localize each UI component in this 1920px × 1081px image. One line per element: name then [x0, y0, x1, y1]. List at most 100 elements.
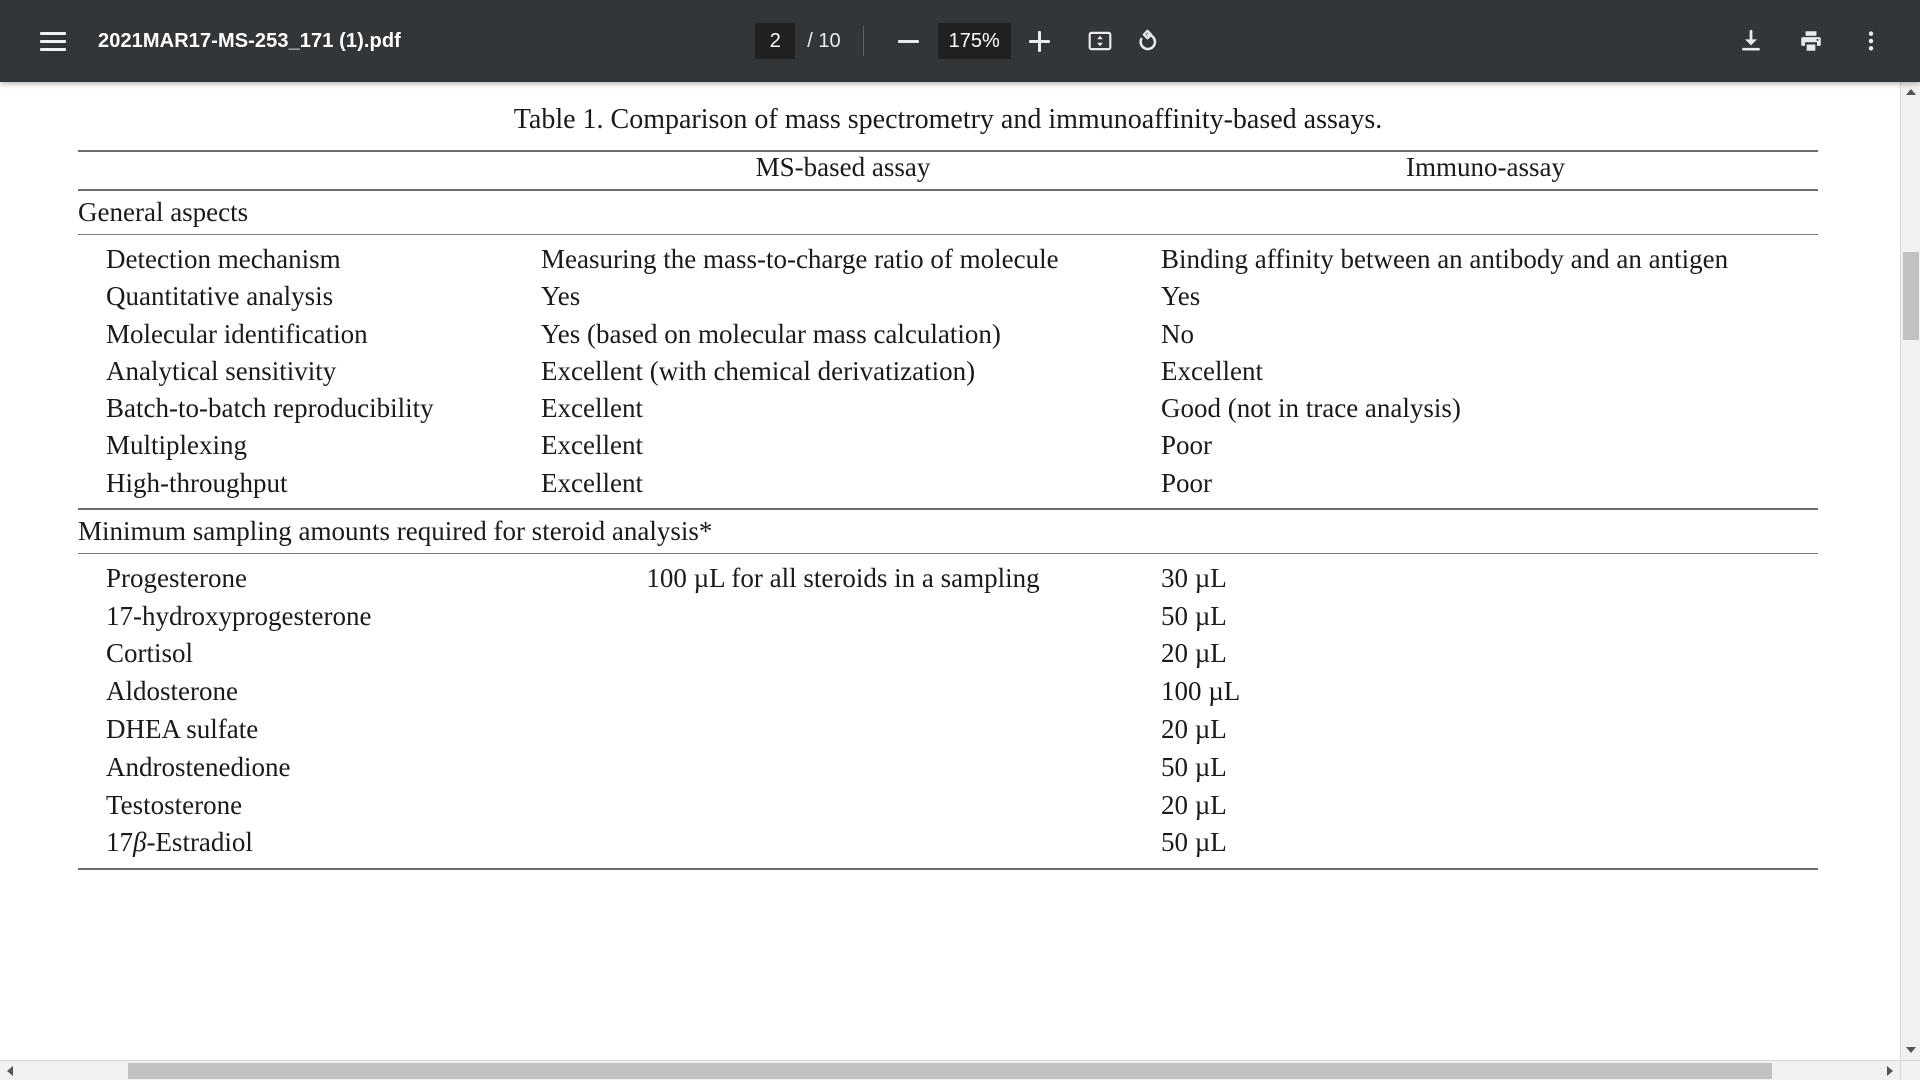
scroll-right-arrow-icon — [1887, 1066, 1893, 1076]
table-row: Multiplexing Excellent Poor — [78, 427, 1818, 464]
rotate-counterclockwise-button[interactable] — [1123, 18, 1169, 64]
steroid-volume: 30 µL — [1153, 560, 1818, 598]
section-title: Minimum sampling amounts required for st… — [78, 516, 1818, 547]
steroid-name: Cortisol — [78, 635, 533, 673]
steroid-name-beta: β — [133, 827, 146, 857]
scrollbar-corner — [1900, 1060, 1920, 1080]
rule-before-section-2 — [78, 502, 1818, 516]
fit-to-page-button[interactable] — [1077, 18, 1123, 64]
row-label: Molecular identification — [78, 316, 533, 353]
column-header-immuno: Immuno-assay — [1153, 152, 1818, 183]
print-button[interactable] — [1788, 18, 1834, 64]
pdf-viewer-area[interactable]: Table 1. Comparison of mass spectrometry… — [0, 82, 1900, 1060]
scroll-left-button[interactable] — [0, 1061, 20, 1081]
page-count-label: / 10 — [807, 30, 840, 53]
row-immuno-value: Excellent — [1153, 353, 1818, 390]
steroid-name: 17β-Estradiol — [78, 824, 533, 862]
steroid-name: Testosterone — [78, 787, 533, 825]
section-header-general-aspects: General aspects — [78, 197, 1818, 228]
hamburger-menu-icon[interactable] — [30, 18, 76, 64]
steroid-volume: 50 µL — [1153, 598, 1818, 636]
row-label: Quantitative analysis — [78, 278, 533, 315]
plus-icon — [1029, 31, 1050, 52]
toolbar-divider — [863, 26, 864, 56]
scroll-down-button[interactable] — [1901, 1040, 1920, 1060]
more-vertical-icon — [1858, 28, 1884, 54]
rotate-counterclockwise-icon — [1133, 28, 1159, 54]
table-bottom-rule — [78, 862, 1818, 876]
rule-after-section-2-title — [78, 547, 1818, 560]
table-row: Progesterone 100 µL for all steroids in … — [78, 560, 1818, 598]
minus-icon — [898, 40, 919, 43]
steroid-name: DHEA sulfate — [78, 711, 533, 749]
row-label: Batch-to-batch reproducibility — [78, 390, 533, 427]
scroll-up-arrow-icon — [1906, 89, 1916, 95]
merged-ms-sampling-value: 100 µL for all steroids in a sampling — [533, 560, 1153, 862]
vertical-scrollbar[interactable] — [1900, 82, 1920, 1060]
scroll-up-button[interactable] — [1901, 82, 1920, 102]
section-header-minimum-sampling: Minimum sampling amounts required for st… — [78, 516, 1818, 547]
comparison-table: MS-based assay Immuno-assay General aspe… — [78, 152, 1818, 876]
row-immuno-value: Yes — [1153, 278, 1818, 315]
steroid-name: Progesterone — [78, 560, 533, 598]
steroid-volume: 20 µL — [1153, 787, 1818, 825]
steroid-name: 17-hydroxyprogesterone — [78, 598, 533, 636]
rule-after-header — [78, 183, 1818, 197]
row-label: Detection mechanism — [78, 241, 533, 278]
row-label: High-throughput — [78, 465, 533, 502]
table-caption: Table 1. Comparison of mass spectrometry… — [78, 104, 1818, 150]
hamburger-lines — [40, 32, 66, 51]
row-ms-value: Yes (based on molecular mass calculation… — [533, 316, 1153, 353]
toolbar-left-group: 2021MAR17-MS-253_171 (1).pdf — [0, 18, 755, 64]
steroid-volume: 20 µL — [1153, 711, 1818, 749]
steroid-volume: 50 µL — [1153, 749, 1818, 787]
download-button[interactable] — [1728, 18, 1774, 64]
zoom-out-button[interactable] — [886, 18, 932, 64]
toolbar-center-group: / 10 175% — [755, 18, 1169, 64]
scroll-right-button[interactable] — [1880, 1061, 1900, 1081]
column-header-label — [78, 152, 533, 183]
vertical-scrollbar-thumb[interactable] — [1903, 252, 1919, 340]
row-label: Multiplexing — [78, 427, 533, 464]
row-immuno-value: No — [1153, 316, 1818, 353]
table-row: Detection mechanism Measuring the mass-t… — [78, 241, 1818, 278]
column-header-ms: MS-based assay — [533, 152, 1153, 183]
row-ms-value: Excellent — [533, 427, 1153, 464]
table-row: High-throughput Excellent Poor — [78, 465, 1818, 502]
table-row: Analytical sensitivity Excellent (with c… — [78, 353, 1818, 390]
row-ms-value: Measuring the mass-to-charge ratio of mo… — [533, 241, 1153, 278]
row-ms-value: Excellent — [533, 465, 1153, 502]
scroll-down-arrow-icon — [1906, 1047, 1916, 1053]
zoom-level-value[interactable]: 175% — [938, 23, 1011, 59]
fit-to-page-icon — [1087, 28, 1113, 54]
document-title: 2021MAR17-MS-253_171 (1).pdf — [98, 30, 401, 53]
steroid-name: Androstenedione — [78, 749, 533, 787]
table-row: Quantitative analysis Yes Yes — [78, 278, 1818, 315]
table-row: Molecular identification Yes (based on m… — [78, 316, 1818, 353]
table-header-row: MS-based assay Immuno-assay — [78, 152, 1818, 183]
section-title: General aspects — [78, 197, 1818, 228]
steroid-name: Aldosterone — [78, 673, 533, 711]
row-immuno-value: Good (not in trace analysis) — [1153, 390, 1818, 427]
row-label: Analytical sensitivity — [78, 353, 533, 390]
table-row: Batch-to-batch reproducibility Excellent… — [78, 390, 1818, 427]
more-options-button[interactable] — [1848, 18, 1894, 64]
horizontal-scrollbar-thumb[interactable] — [128, 1063, 1772, 1079]
zoom-in-button[interactable] — [1017, 18, 1063, 64]
row-immuno-value: Poor — [1153, 465, 1818, 502]
row-immuno-value: Poor — [1153, 427, 1818, 464]
steroid-volume: 100 µL — [1153, 673, 1818, 711]
row-ms-value: Excellent — [533, 390, 1153, 427]
row-ms-value: Excellent (with chemical derivatization) — [533, 353, 1153, 390]
scroll-left-arrow-icon — [7, 1066, 13, 1076]
steroid-volume: 20 µL — [1153, 635, 1818, 673]
row-ms-value: Yes — [533, 278, 1153, 315]
print-icon — [1798, 28, 1824, 54]
rule-after-section-1-title — [78, 228, 1818, 241]
page-number-input[interactable] — [755, 23, 795, 59]
steroid-volume: 50 µL — [1153, 824, 1818, 862]
toolbar-right-group — [1169, 18, 1920, 64]
download-icon — [1738, 28, 1764, 54]
document-table-region: Table 1. Comparison of mass spectrometry… — [78, 104, 1818, 876]
horizontal-scrollbar[interactable] — [0, 1060, 1900, 1080]
